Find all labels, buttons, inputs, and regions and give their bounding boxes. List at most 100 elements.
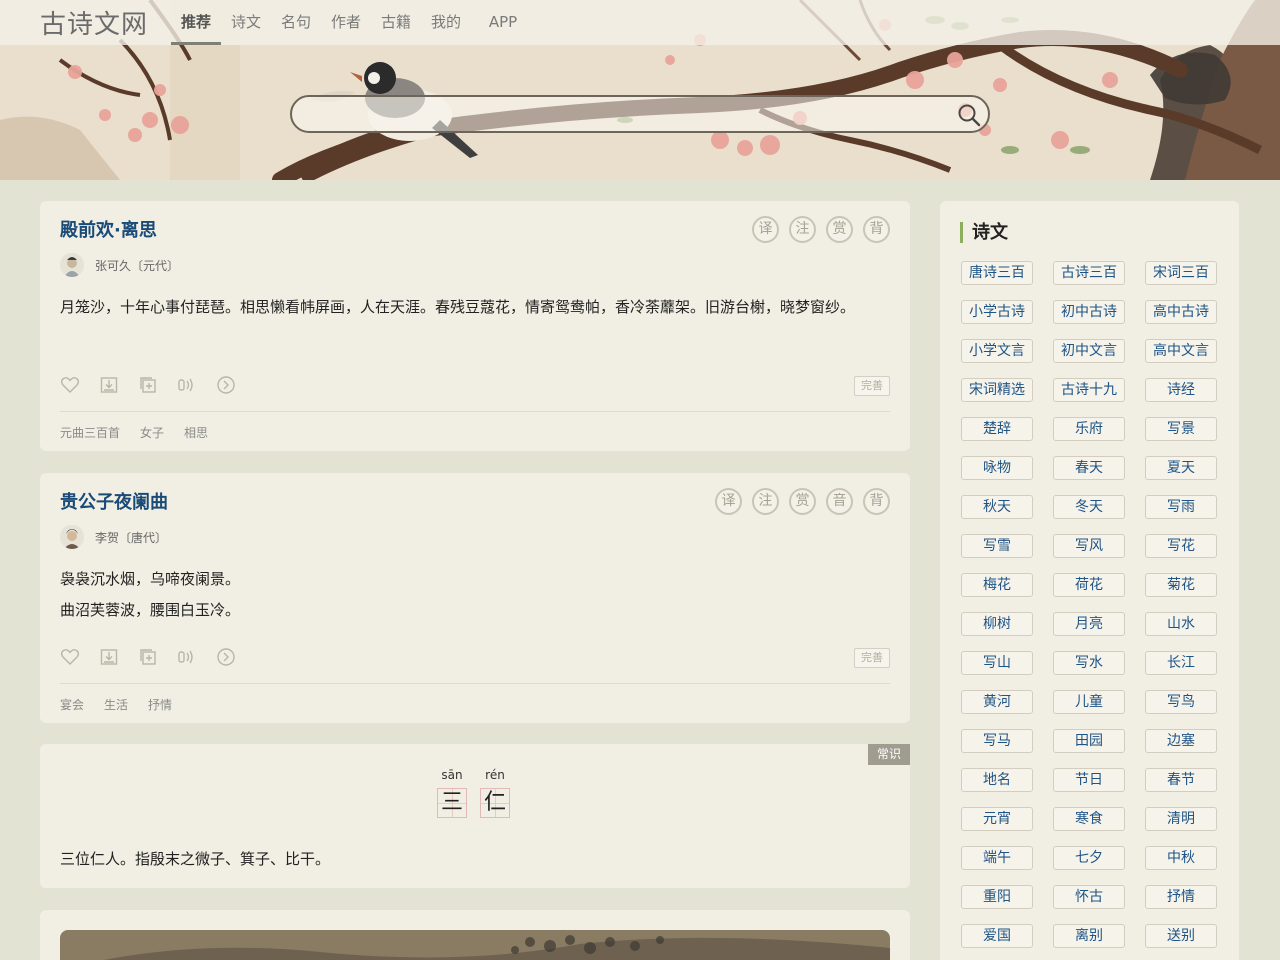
- sidebar-tag[interactable]: 写鸟: [1145, 690, 1217, 714]
- sidebar-tag[interactable]: 儿童: [1053, 690, 1125, 714]
- sidebar-tag[interactable]: 初中古诗: [1053, 300, 1125, 324]
- sidebar-tag[interactable]: 高中文言: [1145, 339, 1217, 363]
- author-name[interactable]: 李贺〔唐代〕: [95, 529, 167, 546]
- sidebar-tag[interactable]: 春天: [1053, 456, 1125, 480]
- sidebar-tag[interactable]: 小学文言: [961, 339, 1033, 363]
- search-input[interactable]: [306, 103, 946, 127]
- sidebar-tag[interactable]: 诗经: [1145, 378, 1217, 402]
- improve-button[interactable]: 完善: [854, 376, 890, 396]
- sidebar-tag[interactable]: 写水: [1053, 651, 1125, 675]
- sidebar-tag[interactable]: 端午: [961, 846, 1033, 870]
- heart-icon[interactable]: [60, 375, 80, 395]
- poem-feature-badges: 译 注 赏 背: [752, 216, 890, 243]
- sidebar-tag[interactable]: 柳树: [961, 612, 1033, 636]
- sidebar-tag[interactable]: 黄河: [961, 690, 1033, 714]
- nav-classics[interactable]: 古籍: [371, 0, 421, 45]
- annotation-badge[interactable]: 注: [752, 488, 779, 515]
- sidebar-tag[interactable]: 写山: [961, 651, 1033, 675]
- author-avatar[interactable]: [60, 253, 84, 277]
- sidebar-tag[interactable]: 唐诗三百: [961, 261, 1033, 285]
- annotation-badge[interactable]: 注: [789, 216, 816, 243]
- sidebar-tag[interactable]: 菊花: [1145, 573, 1217, 597]
- tag-link[interactable]: 相思: [184, 424, 208, 441]
- pronunciation-badge[interactable]: 音: [826, 488, 853, 515]
- sidebar-tag[interactable]: 古诗三百: [1053, 261, 1125, 285]
- sidebar-tag[interactable]: 寒食: [1053, 807, 1125, 831]
- improve-button[interactable]: 完善: [854, 648, 890, 668]
- sidebar-tag[interactable]: 月亮: [1053, 612, 1125, 636]
- sidebar-tag[interactable]: 山水: [1145, 612, 1217, 636]
- sidebar-tag[interactable]: 梅花: [961, 573, 1033, 597]
- nav-authors[interactable]: 作者: [321, 0, 371, 45]
- sidebar-tag[interactable]: 小学古诗: [961, 300, 1033, 324]
- poem-title[interactable]: 贵公子夜阑曲: [60, 488, 168, 514]
- nav-app[interactable]: APP: [478, 0, 528, 45]
- sidebar-tag[interactable]: 写马: [961, 729, 1033, 753]
- nav-poems[interactable]: 诗文: [221, 0, 271, 45]
- tag-link[interactable]: 元曲三百首: [60, 424, 120, 441]
- audio-icon[interactable]: [177, 647, 197, 667]
- sidebar-tag[interactable]: 高中古诗: [1145, 300, 1217, 324]
- copy-icon[interactable]: [138, 375, 158, 395]
- sidebar-tag[interactable]: 七夕: [1053, 846, 1125, 870]
- heart-icon[interactable]: [60, 647, 80, 667]
- recite-badge[interactable]: 背: [863, 216, 890, 243]
- tag-link[interactable]: 生活: [104, 696, 128, 713]
- sidebar-tag[interactable]: 冬天: [1053, 495, 1125, 519]
- sidebar-tag[interactable]: 春节: [1145, 768, 1217, 792]
- sidebar-tag[interactable]: 重阳: [961, 885, 1033, 909]
- author-avatar[interactable]: [60, 525, 84, 549]
- sidebar-tag[interactable]: 中秋: [1145, 846, 1217, 870]
- sidebar-tag[interactable]: 夏天: [1145, 456, 1217, 480]
- sidebar-tag[interactable]: 宋词三百: [1145, 261, 1217, 285]
- sidebar-tag[interactable]: 楚辞: [961, 417, 1033, 441]
- copy-icon[interactable]: [138, 647, 158, 667]
- download-icon[interactable]: [99, 647, 119, 667]
- tag-link[interactable]: 宴会: [60, 696, 84, 713]
- more-arrow-icon[interactable]: [216, 375, 236, 395]
- sidebar-tag[interactable]: 送别: [1145, 924, 1217, 948]
- translation-badge[interactable]: 译: [752, 216, 779, 243]
- audio-icon[interactable]: [177, 375, 197, 395]
- sidebar-tag[interactable]: 田园: [1053, 729, 1125, 753]
- sidebar-tag[interactable]: 写雨: [1145, 495, 1217, 519]
- sidebar-tag[interactable]: 写风: [1053, 534, 1125, 558]
- tag-link[interactable]: 女子: [140, 424, 164, 441]
- sidebar-tag[interactable]: 地名: [961, 768, 1033, 792]
- sidebar-tag[interactable]: 边塞: [1145, 729, 1217, 753]
- sidebar-tag[interactable]: 古诗十九: [1053, 378, 1125, 402]
- recite-badge[interactable]: 背: [863, 488, 890, 515]
- sidebar-tag[interactable]: 宋词精选: [961, 378, 1033, 402]
- header-banner: 古诗文网 推荐 诗文 名句 作者 古籍 我的 APP: [0, 0, 1280, 180]
- sidebar-tag[interactable]: 荷花: [1053, 573, 1125, 597]
- sidebar-tag[interactable]: 爱国: [961, 924, 1033, 948]
- translation-badge[interactable]: 译: [715, 488, 742, 515]
- poem-title[interactable]: 殿前欢·离思: [60, 216, 157, 242]
- painting-image[interactable]: [60, 930, 890, 960]
- sidebar-tag[interactable]: 写景: [1145, 417, 1217, 441]
- tag-link[interactable]: 抒情: [148, 696, 172, 713]
- nav-mine[interactable]: 我的: [421, 0, 471, 45]
- sidebar-tag[interactable]: 咏物: [961, 456, 1033, 480]
- sidebar-tag[interactable]: 离别: [1053, 924, 1125, 948]
- appreciation-badge[interactable]: 赏: [826, 216, 853, 243]
- sidebar-tag[interactable]: 清明: [1145, 807, 1217, 831]
- more-arrow-icon[interactable]: [216, 647, 236, 667]
- sidebar-tag[interactable]: 长江: [1145, 651, 1217, 675]
- sidebar-tag[interactable]: 初中文言: [1053, 339, 1125, 363]
- sidebar-tag[interactable]: 写花: [1145, 534, 1217, 558]
- nav-famous-lines[interactable]: 名句: [271, 0, 321, 45]
- sidebar-tag[interactable]: 元宵: [961, 807, 1033, 831]
- download-icon[interactable]: [99, 375, 119, 395]
- sidebar-tag[interactable]: 抒情: [1145, 885, 1217, 909]
- author-name[interactable]: 张可久〔元代〕: [95, 257, 179, 274]
- search-icon[interactable]: [956, 102, 982, 128]
- nav-recommend[interactable]: 推荐: [171, 0, 221, 45]
- sidebar-tag[interactable]: 秋天: [961, 495, 1033, 519]
- sidebar-tag[interactable]: 节日: [1053, 768, 1125, 792]
- sidebar-tag[interactable]: 怀古: [1053, 885, 1125, 909]
- sidebar-tag[interactable]: 乐府: [1053, 417, 1125, 441]
- sidebar-tag[interactable]: 写雪: [961, 534, 1033, 558]
- site-logo[interactable]: 古诗文网: [40, 4, 148, 41]
- appreciation-badge[interactable]: 赏: [789, 488, 816, 515]
